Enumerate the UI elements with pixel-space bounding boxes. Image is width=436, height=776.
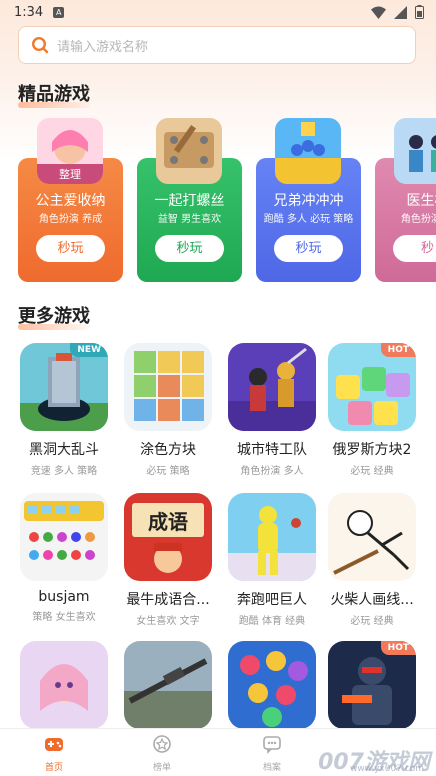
featured-name: 兄弟冲冲冲	[273, 193, 344, 209]
game-icon: HOT	[328, 641, 416, 729]
tab-ranking-label: 榜单	[152, 763, 171, 773]
tab-archive[interactable]: 档案	[242, 733, 302, 773]
game-title: 奔跑吧巨人	[237, 592, 307, 608]
game-item[interactable]	[226, 641, 318, 740]
game-tags: 角色扮演 多人	[240, 466, 304, 477]
svg-text:成语: 成语	[148, 510, 188, 534]
featured-tags: 益智 男生喜欢	[157, 214, 222, 225]
tab-home-label: 首页	[44, 763, 63, 773]
featured-title-text: 精品游戏	[18, 84, 90, 105]
game-tags: 策略 女生喜欢	[32, 612, 96, 623]
featured-carousel[interactable]: 整理 公主爱收纳 角色扮演 养成 秒玩 一起打螺丝 益智 男生喜欢 秒玩 兄弟冲…	[18, 118, 436, 288]
game-icon	[328, 493, 416, 581]
more-section-title: 更多游戏	[18, 302, 90, 330]
featured-card[interactable]: 兄弟冲冲冲 跑酷 多人 必玩 策略 秒玩	[256, 118, 361, 282]
game-tags: 必玩 策略	[146, 466, 190, 477]
game-thumbnail: 整理	[37, 118, 103, 184]
game-item[interactable]	[122, 641, 214, 740]
game-icon: NEW	[20, 343, 108, 431]
game-thumbnail	[394, 118, 436, 184]
svg-text:整理: 整理	[59, 167, 81, 181]
featured-section-title: 精品游戏	[18, 80, 90, 108]
game-title: 最牛成语合...	[126, 592, 210, 608]
game-icon	[124, 343, 212, 431]
search-icon	[31, 36, 49, 54]
featured-card[interactable]: 一起打螺丝 益智 男生喜欢 秒玩	[137, 118, 242, 282]
game-title: 城市特工队	[237, 442, 307, 458]
featured-name: 医生模	[406, 193, 436, 209]
status-badge: HOT	[380, 641, 416, 655]
game-tags: 必玩 经典	[350, 466, 394, 477]
battery-icon	[415, 5, 424, 19]
wifi-icon	[371, 6, 386, 19]
game-title: busjam	[38, 589, 90, 605]
featured-card[interactable]: 整理 公主爱收纳 角色扮演 养成 秒玩	[18, 118, 123, 282]
game-item[interactable]: HOT 俄罗斯方块2 必玩 经典	[326, 343, 418, 477]
game-item[interactable]: 涂色方块 必玩 策略	[122, 343, 214, 477]
signal-icon	[394, 5, 407, 19]
tab-archive-label: 档案	[262, 763, 281, 773]
game-item[interactable]	[18, 641, 110, 740]
status-badge: NEW	[70, 343, 108, 357]
gamepad-icon	[45, 738, 63, 751]
search-input[interactable]: 请输入游戏名称	[18, 26, 416, 64]
status-time: 1:34	[14, 4, 44, 20]
game-item[interactable]: busjam 策略 女生喜欢	[18, 493, 110, 623]
status-icons	[371, 5, 424, 19]
game-thumbnail	[275, 118, 341, 184]
game-icon	[124, 641, 212, 729]
featured-card[interactable]: 医生模 角色扮演 女 秒	[375, 118, 436, 282]
play-button[interactable]: 秒玩	[155, 235, 224, 262]
game-title: 涂色方块	[140, 442, 196, 458]
tab-ranking[interactable]: 榜单	[132, 733, 192, 773]
game-title: 俄罗斯方块2	[332, 442, 412, 458]
game-icon: HOT	[328, 343, 416, 431]
notification-icon: A	[53, 6, 65, 18]
status-badge: HOT	[380, 343, 416, 357]
archive-icon	[263, 736, 281, 754]
play-button[interactable]: 秒	[393, 235, 436, 262]
tab-home[interactable]: 首页	[24, 733, 84, 773]
status-bar: 1:34 A	[0, 0, 436, 24]
play-button[interactable]: 秒玩	[274, 235, 343, 262]
featured-tags: 角色扮演 养成	[38, 214, 103, 225]
game-icon	[20, 641, 108, 729]
featured-name: 公主爱收纳	[35, 193, 106, 209]
game-item[interactable]: NEW 黑洞大乱斗 竞速 多人 策略	[18, 343, 110, 477]
more-title-text: 更多游戏	[18, 306, 90, 327]
game-icon: 成语	[124, 493, 212, 581]
game-tags: 跑酷 体育 经典	[238, 616, 306, 627]
game-title: 黑洞大乱斗	[29, 442, 99, 458]
game-item[interactable]: 奔跑吧巨人 跑酷 体育 经典	[226, 493, 318, 627]
play-button[interactable]: 秒玩	[36, 235, 105, 262]
featured-name: 一起打螺丝	[154, 193, 225, 209]
game-tags: 女生喜欢 文字	[136, 616, 200, 627]
game-icon	[228, 343, 316, 431]
game-item[interactable]: 成语 最牛成语合... 女生喜欢 文字	[122, 493, 214, 627]
watermark-url: www.yx007.com	[349, 764, 424, 774]
game-item[interactable]: 城市特工队 角色扮演 多人	[226, 343, 318, 477]
game-icon	[228, 641, 316, 729]
game-title: 火柴人画线...	[330, 592, 414, 608]
featured-tags: 角色扮演 女	[400, 214, 436, 225]
game-icon	[20, 493, 108, 581]
game-item[interactable]: 火柴人画线... 必玩 经典	[326, 493, 418, 627]
game-tags: 竞速 多人 策略	[30, 466, 98, 477]
game-icon	[228, 493, 316, 581]
game-item[interactable]: HOT	[326, 641, 418, 740]
ranking-icon	[153, 735, 171, 753]
search-placeholder: 请输入游戏名称	[57, 39, 149, 55]
game-thumbnail	[156, 118, 222, 184]
featured-tags: 跑酷 多人 必玩 策略	[263, 214, 354, 225]
game-tags: 必玩 经典	[350, 616, 394, 627]
